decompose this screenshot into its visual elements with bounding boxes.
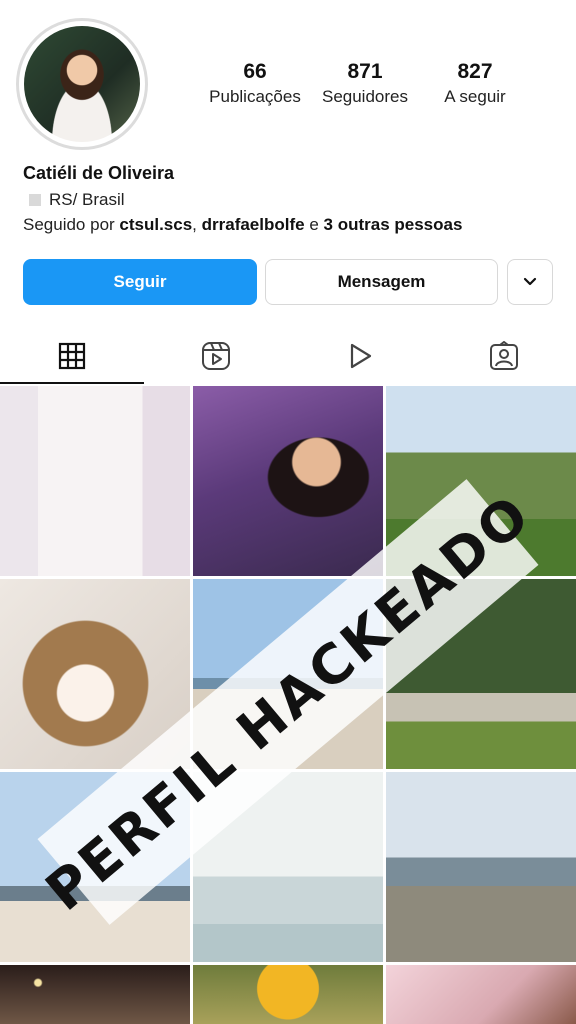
location-text: RS/ Brasil xyxy=(49,190,125,209)
suggested-accounts-button[interactable] xyxy=(507,259,553,305)
location-icon xyxy=(29,194,41,206)
stat-followers[interactable]: 871 Seguidores xyxy=(310,58,420,108)
followed-by[interactable]: Seguido por ctsul.scs, drrafaelbolfe e 3… xyxy=(23,215,462,235)
profile-location: RS/ Brasil xyxy=(29,190,125,210)
stat-following[interactable]: 827 A seguir xyxy=(420,58,530,108)
followed-user-1[interactable]: ctsul.scs xyxy=(119,215,192,234)
followed-sep: , xyxy=(192,215,202,234)
tab-reels[interactable] xyxy=(144,328,288,384)
follow-button[interactable]: Seguir xyxy=(23,259,257,305)
post-thumbnail[interactable] xyxy=(386,772,576,962)
followed-user-2[interactable]: drrafaelbolfe xyxy=(202,215,305,234)
stat-followers-label: Seguidores xyxy=(321,87,408,106)
followed-prefix: Seguido por xyxy=(23,215,120,234)
play-icon xyxy=(350,343,372,369)
profile-stats: 66 Publicações 871 Seguidores 827 A segu… xyxy=(200,58,530,108)
profile-header: 66 Publicações 871 Seguidores 827 A segu… xyxy=(0,0,576,160)
post-thumbnail[interactable] xyxy=(0,965,190,1024)
profile-tabs xyxy=(0,328,576,384)
reels-icon xyxy=(202,342,230,370)
tab-videos[interactable] xyxy=(288,328,432,384)
profile-avatar-ring[interactable] xyxy=(16,18,148,150)
followed-and: e xyxy=(304,215,324,234)
grid-icon xyxy=(58,342,86,370)
chevron-down-icon xyxy=(523,277,537,286)
stat-following-value: 827 xyxy=(457,60,493,83)
post-thumbnail[interactable] xyxy=(386,965,576,1024)
tab-grid[interactable] xyxy=(0,328,144,384)
followed-others[interactable]: 3 outras pessoas xyxy=(324,215,463,234)
stat-posts-label: Publicações xyxy=(209,87,301,106)
profile-name: Catiéli de Oliveira xyxy=(23,163,175,183)
stat-posts-value: 66 xyxy=(243,60,267,83)
message-button[interactable]: Mensagem xyxy=(265,259,498,305)
stat-following-label: A seguir xyxy=(444,87,506,106)
tagged-icon xyxy=(490,341,518,370)
post-thumbnail[interactable] xyxy=(193,965,383,1024)
stat-followers-value: 871 xyxy=(347,60,383,83)
avatar xyxy=(24,26,140,142)
tab-tagged[interactable] xyxy=(432,328,576,384)
post-thumbnail[interactable] xyxy=(0,386,190,576)
post-thumbnail[interactable] xyxy=(193,386,383,576)
stat-posts[interactable]: 66 Publicações xyxy=(200,58,310,108)
